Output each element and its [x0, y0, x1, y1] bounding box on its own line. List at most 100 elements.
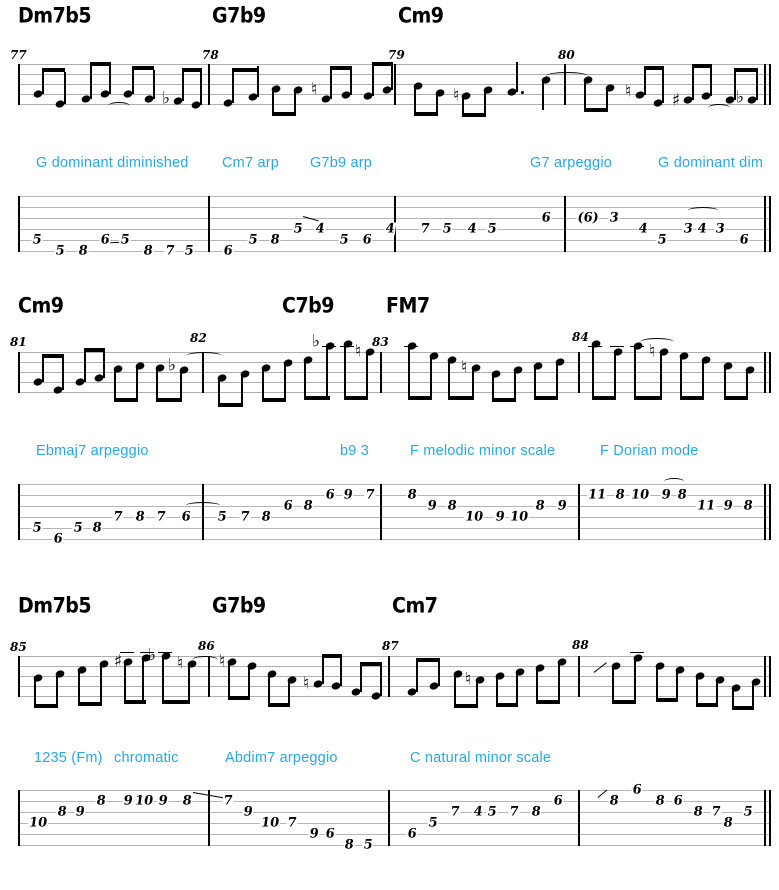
note-stem: [284, 363, 286, 399]
tab-barline: [208, 196, 210, 252]
chord-symbol: G7b9: [212, 3, 266, 28]
tab-fret-number: 8: [445, 498, 459, 514]
tab-fret-number: 9: [307, 826, 321, 842]
tab-fret-number: 7: [285, 815, 299, 831]
tab-fret-number: 4: [383, 221, 397, 237]
chord-symbol: Dm7b5: [18, 593, 92, 618]
tab-fret-number: 9: [241, 804, 255, 820]
beam: [414, 112, 438, 116]
note-stem: [680, 356, 682, 398]
tab-fret-number: 6: [179, 509, 193, 525]
analysis-annotation: Ebmaj7 arpeggio: [36, 443, 149, 459]
barline: [18, 656, 21, 697]
beam: [584, 108, 608, 112]
system-2: Cm9 C7b9 FM7 81 82 83 84 ♭ ♭ ♮ ♮ ♮ Ebmaj…: [0, 290, 779, 560]
note-stem: [534, 366, 536, 398]
system-1: Dm7b5 G7b9 Cm9 77 78 79 80 ♭ ♮ ♮ ♮ ♯ ♭ G…: [0, 0, 779, 270]
tab-fret-number: 6: [551, 793, 565, 809]
tab-fret-number: 9: [493, 509, 507, 525]
augmentation-dot: [521, 91, 524, 94]
sharp-accidental: ♯: [113, 651, 123, 672]
tab-fret-number: 5: [337, 232, 351, 248]
tab-fret-number: 9: [721, 498, 735, 514]
tab-fret-number: 8: [342, 837, 356, 853]
beam: [268, 703, 290, 707]
tab-fret-number: 11: [695, 498, 717, 514]
note-stem: [344, 344, 346, 398]
barline: [578, 656, 580, 697]
tab-fret-number: 6: [323, 826, 337, 842]
ledger-line: [610, 346, 624, 348]
tab-fret-number: 8: [741, 498, 755, 514]
beam: [492, 398, 516, 402]
tie: [546, 72, 588, 80]
note-stem: [416, 662, 418, 692]
tab-fret-number: 5: [215, 509, 229, 525]
natural-accidental: ♮: [302, 673, 310, 694]
tab-fret-number: 11: [586, 487, 608, 503]
tab-fret-number: 8: [691, 804, 705, 820]
chord-symbol: FM7: [386, 293, 430, 318]
note-stem: [644, 68, 646, 95]
tab-fret-number: 5: [291, 221, 305, 237]
beam: [724, 396, 748, 400]
tab-fret-number: 5: [118, 232, 132, 248]
tab-fret-number: 7: [418, 221, 432, 237]
note-stem: [536, 668, 538, 702]
natural-accidental: ♮: [648, 341, 656, 362]
beam: [454, 704, 478, 708]
tab-fret-number: 8: [141, 243, 155, 259]
note-stem: [606, 88, 608, 110]
note-stem: [372, 64, 374, 96]
tab-fret-number: 8: [94, 793, 108, 809]
tab-fret-number: 8: [675, 487, 689, 503]
tab-fret-number: 6: [51, 531, 65, 547]
note-stem: [656, 666, 658, 700]
tab-fret-number: 5: [246, 232, 260, 248]
note-stem: [514, 370, 516, 400]
tab-barline: [18, 196, 21, 252]
tab-fret-number: 6: [323, 487, 337, 503]
beam: [182, 68, 202, 72]
natural-accidental: ♮: [464, 669, 472, 690]
flat-accidental: ♭: [311, 331, 321, 352]
note-stem: [492, 374, 494, 400]
tab-fret-number: 6: [539, 210, 553, 226]
chord-symbol: Cm9: [18, 293, 64, 318]
note-stem: [592, 344, 594, 398]
tab-barline: [564, 196, 566, 252]
beam: [634, 396, 662, 400]
note-stem: [662, 70, 664, 103]
note-stem: [78, 670, 80, 704]
analysis-annotation: 1235 (Fm): [34, 750, 103, 766]
tab-fret-number: 8: [180, 793, 194, 809]
tab-barline: [18, 484, 21, 540]
barline: [564, 64, 566, 105]
tab-fret-number: 9: [555, 498, 569, 514]
measure-number: 77: [10, 48, 27, 62]
natural-accidental: ♮: [354, 341, 362, 362]
beam: [692, 64, 712, 68]
beam: [448, 396, 474, 400]
natural-accidental: ♮: [176, 653, 184, 674]
analysis-annotation: F Dorian mode: [600, 443, 699, 459]
tab-fret-number: 3: [713, 221, 727, 237]
note-stem: [734, 70, 736, 100]
sharp-accidental: ♯: [671, 90, 681, 111]
note-stem: [188, 664, 190, 702]
note-stem: [360, 662, 362, 692]
measure-number: 80: [558, 48, 575, 62]
beam: [536, 700, 560, 704]
note-stem: [614, 352, 616, 398]
tab-fret-number: 10: [259, 815, 281, 831]
note-stem: [391, 62, 393, 90]
beam: [162, 700, 190, 704]
tab-fret-number: 6: [281, 498, 295, 514]
note-stem: [200, 72, 202, 105]
note-stem: [558, 662, 560, 702]
note-stem: [153, 70, 155, 99]
beam: [734, 68, 758, 72]
flat-accidental: ♭: [167, 355, 177, 376]
tab-fret-number: 8: [90, 520, 104, 536]
beam: [592, 396, 616, 400]
